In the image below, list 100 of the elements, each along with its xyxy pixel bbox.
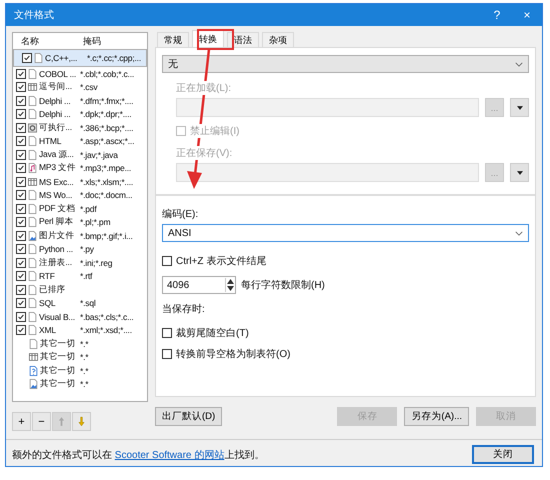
file-mask: *.c;*.cc;*.cpp;... xyxy=(86,53,141,63)
file-icon xyxy=(28,298,37,308)
file-mask: *.csv xyxy=(80,82,98,92)
tab[interactable]: 语法 xyxy=(227,32,259,47)
checkbox[interactable] xyxy=(16,217,26,228)
list-row[interactable]: HTML *.asp;*.ascx;*... xyxy=(13,134,147,148)
checkbox[interactable] xyxy=(16,163,26,174)
help-button[interactable]: ? xyxy=(482,4,512,26)
list-row[interactable]: Java 源... *.jav;*.java xyxy=(13,148,147,162)
file-mask: *.* xyxy=(80,338,88,349)
format-name: 其它一切 xyxy=(40,378,76,390)
column-header[interactable]: 名称 xyxy=(13,34,83,48)
checkbox[interactable] xyxy=(16,258,26,268)
checkbox[interactable] xyxy=(16,312,26,322)
format-name: HTML xyxy=(39,136,62,146)
checkbox[interactable] xyxy=(16,122,26,133)
list-row[interactable]: 其它一切 *.* xyxy=(13,378,147,391)
dialog-button[interactable]: 另存为(A)... xyxy=(404,407,469,426)
line-limit-label: 每行字符数限制(H) xyxy=(241,278,325,292)
checkbox[interactable] xyxy=(16,176,26,187)
list-row[interactable]: 已排序 xyxy=(13,283,147,296)
list-row[interactable]: Perl 脚本 *.pl;*.pm xyxy=(13,216,147,229)
tab[interactable]: 杂项 xyxy=(262,32,294,47)
list-row[interactable]: RTF *.rtf xyxy=(13,270,147,283)
list-row[interactable]: 注册表... *.ini;*.reg xyxy=(13,256,147,270)
list-row[interactable]: XML *.xml;*.xsd;*.... xyxy=(13,324,147,337)
format-name: 其它一切 xyxy=(40,364,76,377)
load-field[interactable] xyxy=(176,98,479,117)
checkbox[interactable] xyxy=(22,53,32,63)
format-name: 注册表... xyxy=(39,256,72,269)
list-row[interactable]: SQL *.sql xyxy=(13,296,147,310)
list-row[interactable]: 其它一切 *.* xyxy=(13,337,147,350)
format-name: 图片文件 xyxy=(39,230,74,242)
save-field[interactable] xyxy=(176,163,479,182)
list-row[interactable]: Delphi ... *.dfm;*.fmx;*.... xyxy=(13,94,147,108)
conversion-select[interactable]: 无 xyxy=(162,55,529,73)
close-dialog-button[interactable]: 关闭 xyxy=(472,445,534,464)
list-row[interactable]: MP3 文件 *.mp3;*.mpe... xyxy=(13,162,147,175)
encoding-label: 编码(E): xyxy=(162,207,198,221)
list-row[interactable]: Python ... *.py xyxy=(13,242,147,256)
checkbox[interactable] xyxy=(16,68,26,79)
list-row[interactable]: MS Wo... *.doc;*.docm... xyxy=(13,188,147,202)
checkbox[interactable] xyxy=(16,325,26,336)
checkbox[interactable] xyxy=(16,298,26,308)
list-row[interactable]: 图片文件 *.bmp;*.gif;*.i... xyxy=(13,229,147,242)
list-row[interactable]: 其它一切 *.* xyxy=(13,364,147,378)
file-icon xyxy=(28,68,37,79)
tab[interactable]: 常规 xyxy=(157,32,189,47)
list-row[interactable]: 其它一切 *.* xyxy=(13,350,147,364)
checkbox[interactable] xyxy=(16,136,26,146)
save-label: 正在保存(V): xyxy=(176,146,232,160)
list-button[interactable]: − xyxy=(32,412,51,431)
column-header[interactable]: 掩码 xyxy=(83,34,101,48)
list-row[interactable]: 可执行... *.386;*.bcp;*.... xyxy=(13,121,147,134)
checkbox[interactable] xyxy=(16,244,26,254)
image-file-icon xyxy=(28,230,37,241)
list-row[interactable]: Visual B... *.bas;*.cls;*.c... xyxy=(13,310,147,324)
list-row[interactable]: MS Exc... *.xls;*.xlsm;*.... xyxy=(13,175,147,188)
dropdown-button[interactable] xyxy=(510,98,529,117)
encoding-select[interactable]: ANSI xyxy=(162,224,529,242)
checkbox[interactable] xyxy=(162,328,172,338)
checkbox[interactable] xyxy=(16,96,26,106)
file-mask: *.dfm;*.fmx;*.... xyxy=(80,96,134,106)
checkbox[interactable] xyxy=(16,271,26,282)
window-title: 文件格式 xyxy=(14,8,54,22)
checkbox[interactable] xyxy=(16,204,26,214)
dialog-button[interactable]: 出厂默认(D) xyxy=(155,407,222,426)
file-icon xyxy=(28,271,37,282)
list-row[interactable]: COBOL ... *.cbl;*.cob;*.c... xyxy=(13,67,147,80)
checkbox[interactable] xyxy=(16,230,26,241)
list-row[interactable]: 逗号间... *.csv xyxy=(13,80,147,94)
list-row[interactable]: Delphi ... *.dpk;*.dpr;*.... xyxy=(13,108,147,121)
format-name: RTF xyxy=(39,271,55,282)
format-name: Visual B... xyxy=(39,312,75,322)
file-icon xyxy=(28,312,37,322)
format-name: Perl 脚本 xyxy=(39,216,74,228)
line-limit-spinner[interactable]: 4096 xyxy=(162,276,236,294)
format-name: XML xyxy=(39,325,56,336)
list-button[interactable]: + xyxy=(12,412,31,431)
checkbox[interactable] xyxy=(16,284,26,295)
checkbox[interactable] xyxy=(16,109,26,120)
website-link[interactable]: Scooter Software 的网站 xyxy=(114,450,224,460)
dropdown-button[interactable] xyxy=(510,163,529,182)
file-mask: *.bmp;*.gif;*.i... xyxy=(80,230,133,241)
file-icon xyxy=(28,204,37,214)
format-name: Java 源... xyxy=(39,148,74,161)
format-name: COBOL ... xyxy=(39,68,76,79)
up-arrow-icon xyxy=(58,416,65,427)
list-row[interactable]: C,C++,... *.c;*.cc;*.cpp;... xyxy=(13,49,147,67)
close-button[interactable]: × xyxy=(512,4,542,26)
table-icon xyxy=(28,82,37,92)
checkbox[interactable] xyxy=(16,150,26,160)
checkbox[interactable] xyxy=(16,190,26,200)
checkbox[interactable] xyxy=(162,349,172,359)
format-name: SQL xyxy=(39,298,56,308)
format-name: MS Exc... xyxy=(39,176,74,187)
list-row[interactable]: PDF 文档 *.pdf xyxy=(13,202,147,216)
checkbox[interactable] xyxy=(16,82,26,92)
checkbox[interactable] xyxy=(162,256,172,266)
file-mask: *.asp;*.ascx;*... xyxy=(80,136,134,146)
